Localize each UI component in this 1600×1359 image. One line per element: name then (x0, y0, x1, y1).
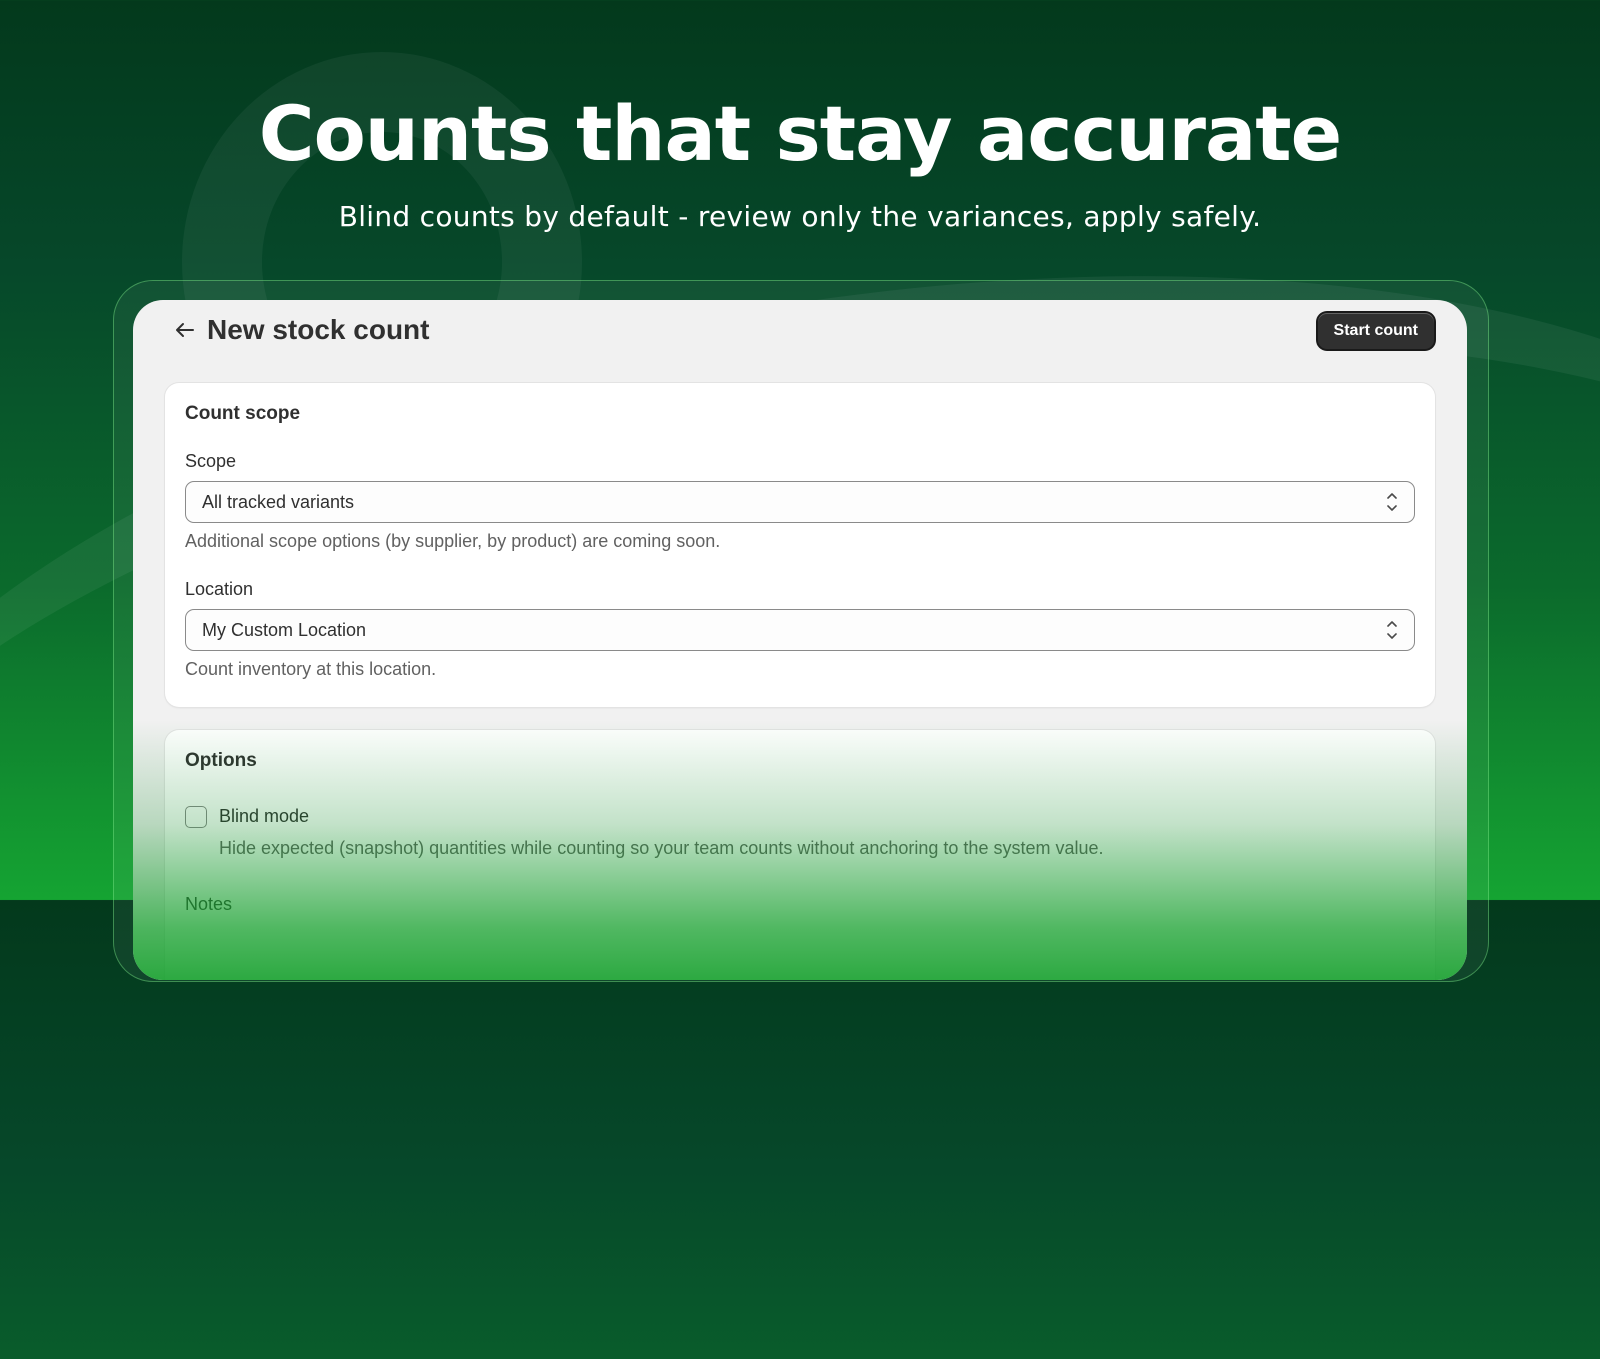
count-scope-card: Count scope Scope All tracked variants A… (165, 383, 1435, 707)
page-title: New stock count (207, 314, 430, 345)
arrow-left-icon (175, 318, 195, 344)
location-select[interactable]: My Custom Location (185, 609, 1415, 651)
scope-select-value: All tracked variants (202, 492, 355, 512)
scope-select[interactable]: All tracked variants (185, 481, 1415, 523)
back-button[interactable] (171, 317, 199, 345)
location-help-text: Count inventory at this location. (185, 659, 437, 679)
location-label: Location (185, 579, 254, 599)
select-chevron-icon (1386, 489, 1398, 515)
options-card: Options Blind mode Hide expected (snapsh… (165, 730, 1435, 980)
hero-title: Counts that stay accurate (258, 89, 1342, 178)
page-header: New stock count Start count (133, 300, 1467, 362)
hero-subtitle: Blind counts by default - review only th… (338, 199, 1262, 233)
hero: Counts that stay accurate Blind counts b… (0, 92, 1600, 233)
scope-label: Scope (185, 451, 237, 471)
notes-label: Notes (185, 894, 233, 914)
card-title: Count scope (185, 403, 301, 424)
location-select-value: My Custom Location (202, 620, 367, 640)
app-window: New stock count Start count Count scope … (133, 300, 1467, 980)
blind-mode-help-text: Hide expected (snapshot) quantities whil… (219, 838, 1104, 858)
card-title: Options (185, 750, 257, 771)
start-count-button[interactable]: Start count (1317, 313, 1434, 349)
scope-help-text: Additional scope options (by supplier, b… (185, 531, 721, 551)
select-chevron-icon (1386, 617, 1398, 643)
blind-mode-label[interactable]: Blind mode (219, 806, 309, 827)
blind-mode-checkbox[interactable] (185, 806, 207, 828)
